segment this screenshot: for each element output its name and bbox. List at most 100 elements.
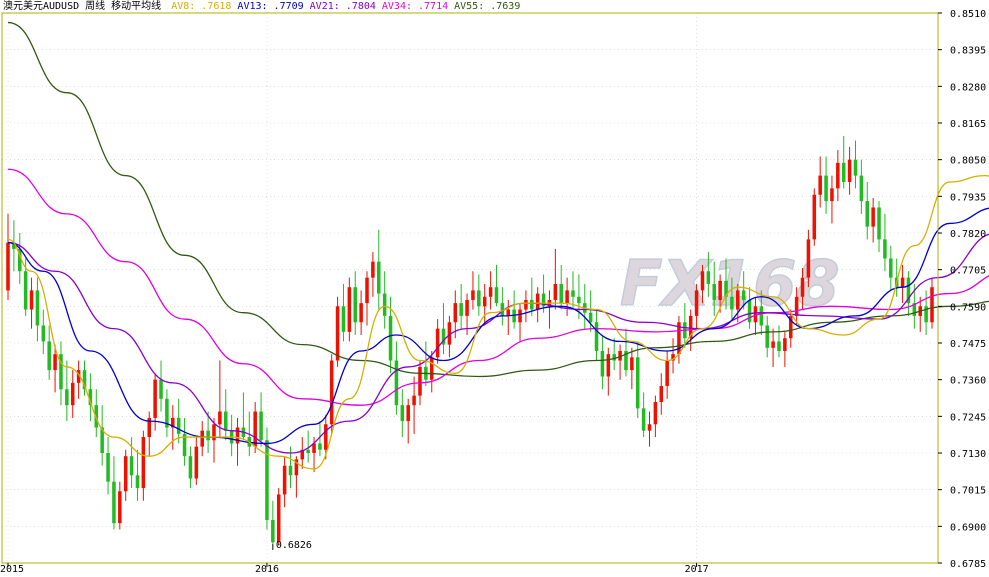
candle — [276, 488, 281, 546]
y-tick-label: 0.7705 — [950, 266, 986, 277]
candle-body — [159, 379, 163, 399]
candle-body — [176, 417, 181, 434]
candle-body — [524, 299, 528, 310]
candle — [612, 338, 616, 371]
candle-body — [141, 437, 146, 489]
candle — [647, 411, 652, 447]
candle-body — [471, 290, 475, 300]
candle — [771, 328, 775, 367]
candle — [630, 347, 634, 390]
candle — [194, 437, 199, 485]
annotation-0-6826: 0.6826 — [272, 540, 312, 551]
y-tick-label: 0.8165 — [950, 119, 986, 130]
candle-body — [577, 296, 581, 304]
candle-body — [371, 261, 375, 278]
candle-body — [353, 287, 358, 323]
candle — [70, 370, 75, 418]
candle — [377, 229, 381, 310]
x-tick-label: 2015 — [0, 564, 24, 573]
candle — [889, 245, 893, 291]
candle — [112, 456, 116, 530]
candle — [471, 271, 475, 310]
y-axis: 0.8510 0.8395 0.8280 0.8165 0.8050 0.7935 0.78… — [938, 9, 986, 570]
y-tick-label: 0.6900 — [950, 522, 986, 533]
y-tick-label: 0.7360 — [950, 376, 986, 387]
candle-body — [153, 379, 157, 418]
candle-body — [900, 277, 905, 288]
candle-body — [594, 322, 599, 351]
candle-body — [35, 290, 40, 326]
candle — [924, 290, 928, 336]
candle — [271, 500, 275, 550]
candle — [406, 398, 410, 444]
candle-body — [853, 159, 858, 176]
candle — [535, 287, 540, 323]
candle-body — [836, 162, 840, 189]
candle — [412, 376, 416, 434]
candle — [841, 136, 846, 189]
candle-body — [771, 341, 775, 348]
candle — [830, 175, 834, 224]
candle-body — [223, 411, 228, 431]
candle-body — [859, 175, 864, 202]
y-tick-label: 0.8050 — [950, 156, 986, 167]
candle — [106, 437, 110, 495]
candle-body — [759, 306, 764, 326]
candle — [606, 347, 611, 396]
candle-body — [271, 519, 275, 543]
candle-body — [53, 354, 57, 371]
candle-body — [429, 357, 434, 380]
candle-body — [477, 290, 481, 307]
candle-body — [318, 443, 322, 450]
candle — [677, 315, 681, 364]
candle-body — [341, 306, 346, 332]
candle — [865, 181, 870, 240]
legend-item-av34: AV34: .7714 — [381, 1, 449, 12]
candle — [883, 213, 887, 272]
candle-body — [665, 360, 669, 387]
candle — [223, 389, 228, 441]
candle — [282, 456, 287, 508]
candle — [394, 341, 399, 415]
candle — [118, 481, 122, 530]
candle — [347, 277, 352, 342]
candle-body — [871, 207, 875, 227]
candle-body — [288, 465, 293, 476]
y-tick-label: 0.7475 — [950, 339, 986, 350]
candle-body — [412, 395, 416, 406]
candle — [565, 277, 569, 316]
candle-body — [883, 239, 887, 259]
candle-body — [188, 456, 193, 479]
candle — [783, 331, 787, 367]
candle — [171, 405, 175, 450]
candle — [435, 319, 440, 364]
candle — [353, 271, 358, 336]
candle-body — [282, 465, 287, 495]
candle-body — [706, 271, 711, 285]
candle — [123, 449, 128, 501]
candle-body — [588, 312, 593, 323]
candle-body — [553, 284, 558, 300]
candle-body — [930, 287, 934, 323]
candle — [930, 277, 934, 329]
candle-body — [783, 338, 787, 351]
candle — [182, 417, 187, 466]
candle-body — [765, 325, 769, 348]
candle-body — [741, 290, 746, 300]
candle-body — [630, 357, 634, 371]
candle-body — [200, 430, 204, 447]
candle-body — [694, 290, 699, 316]
candle — [600, 335, 605, 390]
candle — [100, 405, 104, 466]
candle-body — [800, 277, 805, 297]
candle-body — [400, 405, 405, 422]
candle — [424, 341, 428, 387]
chart-root: FX168 0.68260.8124 0.85100.83950.82800.8… — [0, 0, 989, 575]
candle-body — [118, 491, 122, 524]
candle-body — [641, 408, 646, 431]
candle-body — [394, 360, 399, 406]
candle-body — [612, 354, 616, 361]
candle-body — [365, 277, 369, 304]
candle-body — [276, 494, 281, 543]
candle-body — [635, 357, 640, 409]
